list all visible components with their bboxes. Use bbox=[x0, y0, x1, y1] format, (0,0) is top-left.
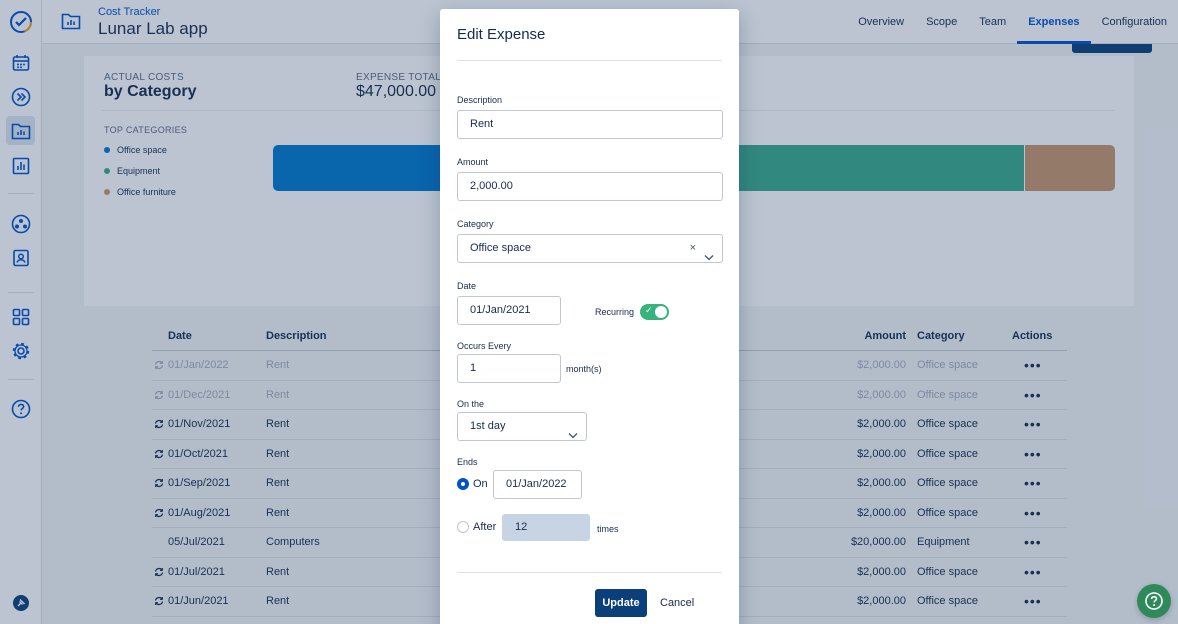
recurring-toggle[interactable]: ✓ bbox=[640, 304, 669, 320]
edit-expense-dialog: Edit Expense Description Rent Amount 2,0… bbox=[440, 9, 739, 624]
recurring-label: Recurring bbox=[595, 307, 635, 317]
ends-after-radio[interactable] bbox=[457, 521, 469, 533]
ends-label: Ends bbox=[457, 457, 478, 467]
occurs-every-label: Occurs Every bbox=[457, 341, 512, 351]
occurs-every-unit: month(s) bbox=[566, 364, 602, 374]
on-the-select[interactable]: 1st day bbox=[457, 412, 587, 441]
ends-after-unit: times bbox=[597, 524, 619, 534]
ends-on-radio[interactable] bbox=[457, 478, 469, 490]
category-label: Category bbox=[457, 219, 494, 229]
amount-input[interactable]: 2,000.00 bbox=[457, 172, 723, 201]
help-chat-button[interactable] bbox=[1137, 584, 1171, 618]
dialog-divider bbox=[457, 60, 722, 61]
update-button[interactable]: Update bbox=[595, 589, 647, 617]
dialog-divider bbox=[457, 572, 722, 573]
description-label: Description bbox=[457, 95, 503, 105]
on-the-selected-value: 1st day bbox=[470, 420, 506, 432]
toggle-knob bbox=[655, 306, 667, 318]
ends-after-label: After bbox=[473, 521, 497, 533]
ends-on-label: On bbox=[473, 478, 488, 490]
ends-on-date-input[interactable]: 01/Jan/2022 bbox=[493, 470, 582, 499]
help-icon bbox=[1145, 592, 1163, 610]
category-selected-value: Office space bbox=[470, 242, 531, 254]
on-the-label: On the bbox=[457, 399, 485, 409]
dialog-title: Edit Expense bbox=[457, 26, 546, 43]
amount-label: Amount bbox=[457, 157, 489, 167]
description-input[interactable]: Rent bbox=[457, 110, 723, 139]
cancel-button[interactable]: Cancel bbox=[660, 589, 694, 617]
date-label: Date bbox=[457, 281, 477, 291]
occurs-every-input[interactable]: 1 bbox=[457, 354, 561, 383]
chevron-down-icon[interactable] bbox=[568, 423, 578, 450]
clear-icon[interactable]: × bbox=[690, 235, 696, 262]
check-icon: ✓ bbox=[645, 305, 653, 315]
category-select[interactable]: Office space × bbox=[457, 234, 723, 263]
chevron-down-icon[interactable] bbox=[704, 245, 714, 272]
ends-after-input[interactable]: 12 bbox=[502, 514, 590, 541]
date-input[interactable]: 01/Jan/2021 bbox=[457, 296, 561, 325]
